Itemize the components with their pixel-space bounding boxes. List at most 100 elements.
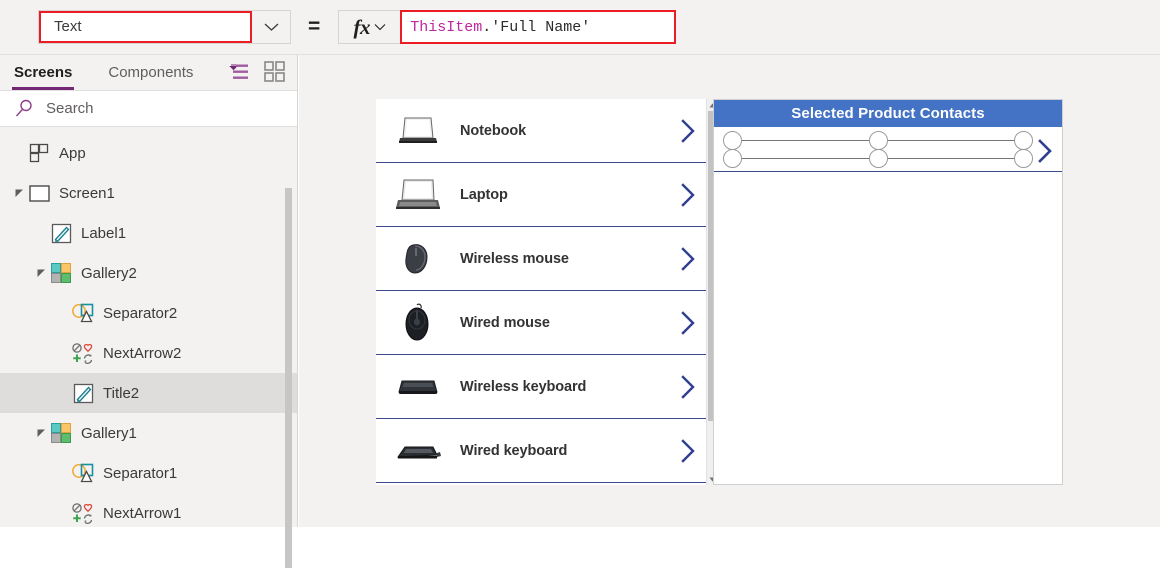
tree-item-title2[interactable]: Title2 — [0, 373, 297, 413]
app-canvas: Notebook Laptop Wireless mouse Wired mouse W… — [299, 55, 1160, 527]
product-gallery-row[interactable]: Notebook — [376, 99, 711, 163]
product-title: Wired keyboard — [460, 442, 568, 459]
tab-components[interactable]: Components — [106, 64, 195, 81]
property-selector[interactable]: Text — [38, 10, 291, 44]
fx-button[interactable]: fx — [338, 10, 401, 44]
twisty-expanded-icon[interactable] — [14, 188, 25, 199]
formula-bar: Text = fx ThisItem .'Full Name' — [0, 0, 1160, 55]
tree-view-icon[interactable] — [228, 62, 250, 82]
chevron-right-icon[interactable] — [680, 182, 697, 208]
screens-tree: App Screen1 Label1 Gallery2 Separator2 NextAr… — [0, 127, 297, 527]
gallery-icon — [50, 262, 72, 284]
tree-item-label: NextArrow1 — [103, 504, 182, 522]
tree-item-label: Separator2 — [103, 304, 178, 322]
tree-item-label: Screen1 — [59, 184, 115, 202]
product-gallery-row[interactable]: Wired mouse — [376, 291, 711, 355]
wired-mouse-thumbnail — [393, 303, 443, 343]
product-title: Wireless keyboard — [460, 378, 587, 395]
chevron-right-icon[interactable] — [1037, 139, 1054, 163]
search-box[interactable]: Search — [0, 90, 297, 127]
twisty-expanded-icon[interactable] — [36, 428, 47, 439]
resize-handle-top-center[interactable] — [869, 131, 888, 150]
product-title: Laptop — [460, 186, 508, 203]
resize-handle-top-left[interactable] — [723, 131, 742, 150]
wireless-mouse-thumbnail — [393, 239, 443, 279]
separator-icon — [72, 462, 94, 484]
contacts-gallery-header: Selected Product Contacts — [714, 100, 1062, 127]
app-icon — [28, 142, 50, 164]
formula-input[interactable]: ThisItem .'Full Name' — [400, 10, 677, 44]
sidebar-tabs: Screens Components — [0, 55, 297, 90]
tree-item-label: Gallery1 — [81, 424, 137, 442]
contacts-gallery[interactable]: Selected Product Contacts — [713, 99, 1063, 485]
sidebar-scrollbar-thumb[interactable] — [285, 188, 292, 568]
chevron-right-icon[interactable] — [680, 246, 697, 272]
tree-item-separator2[interactable]: Separator2 — [0, 293, 297, 333]
resize-handle-top-right[interactable] — [1014, 131, 1033, 150]
tree-item-label: Label1 — [81, 224, 127, 242]
twisty-expanded-icon[interactable] — [36, 268, 47, 279]
wired-keyboard-thumbnail — [393, 431, 443, 471]
chevron-right-icon[interactable] — [680, 118, 697, 144]
fx-label: fx — [353, 14, 371, 39]
chevron-right-icon[interactable] — [680, 438, 697, 464]
chevron-right-icon[interactable] — [680, 374, 697, 400]
chevron-right-icon[interactable] — [680, 310, 697, 336]
product-gallery-row[interactable]: Wireless mouse — [376, 227, 711, 291]
power-apps-studio: Text = fx ThisItem .'Full Name' Screens C… — [0, 0, 1160, 568]
product-gallery-row[interactable]: Wireless keyboard — [376, 355, 711, 419]
formula-token-rest: .'Full Name' — [482, 18, 591, 36]
tree-item-label: Title2 — [103, 384, 140, 402]
sidebar-view-toggles — [228, 61, 285, 82]
tree-item-gallery2[interactable]: Gallery2 — [0, 253, 297, 293]
property-dropdown-value[interactable]: Text — [39, 11, 252, 43]
product-title: Notebook — [460, 122, 527, 139]
product-gallery[interactable]: Notebook Laptop Wireless mouse Wired mouse W… — [376, 99, 711, 485]
tree-item-label1[interactable]: Label1 — [0, 213, 297, 253]
contacts-gallery-template-row[interactable] — [714, 127, 1062, 172]
tree-item-nextarrow2[interactable]: NextArrow2 — [0, 333, 297, 373]
tree-item-screen1[interactable]: Screen1 — [0, 173, 297, 213]
resize-handle-bottom-right[interactable] — [1014, 149, 1033, 168]
next-arrow-icon — [72, 502, 94, 524]
thumbnail-view-icon[interactable] — [264, 61, 285, 82]
formula-token-identifier: ThisItem — [410, 18, 483, 36]
resize-handle-bottom-left[interactable] — [723, 149, 742, 168]
wireless-keyboard-thumbnail — [393, 367, 443, 407]
chevron-down-icon[interactable] — [374, 23, 386, 31]
chevron-down-icon[interactable] — [252, 11, 290, 43]
screen-icon — [28, 182, 50, 204]
search-placeholder: Search — [46, 100, 94, 117]
separator-icon — [72, 302, 94, 324]
product-gallery-row[interactable]: Wired keyboard — [376, 419, 711, 483]
tree-item-separator1[interactable]: Separator1 — [0, 453, 297, 493]
product-title: Wireless mouse — [460, 250, 569, 267]
label-icon — [72, 382, 94, 404]
resize-handle-bottom-center[interactable] — [869, 149, 888, 168]
tree-item-label: NextArrow2 — [103, 344, 182, 362]
equals-sign: = — [308, 15, 321, 38]
gallery-icon — [50, 422, 72, 444]
tree-item-label: Gallery2 — [81, 264, 137, 282]
label-icon — [50, 222, 72, 244]
left-sidebar: Screens Components Search App Screen1 La… — [0, 55, 298, 568]
search-icon — [15, 99, 34, 118]
next-arrow-icon — [72, 342, 94, 364]
product-gallery-row[interactable]: Laptop — [376, 163, 711, 227]
product-title: Wired mouse — [460, 314, 550, 331]
tree-item-label: Separator1 — [103, 464, 178, 482]
tree-item-app[interactable]: App — [0, 133, 297, 173]
tree-item-gallery1[interactable]: Gallery1 — [0, 413, 297, 453]
notebook-thumbnail — [393, 111, 443, 151]
laptop-thumbnail — [393, 175, 443, 215]
tree-item-label: App — [59, 144, 86, 162]
tree-item-nextarrow1[interactable]: NextArrow1 — [0, 493, 297, 527]
tab-screens[interactable]: Screens — [12, 64, 75, 90]
